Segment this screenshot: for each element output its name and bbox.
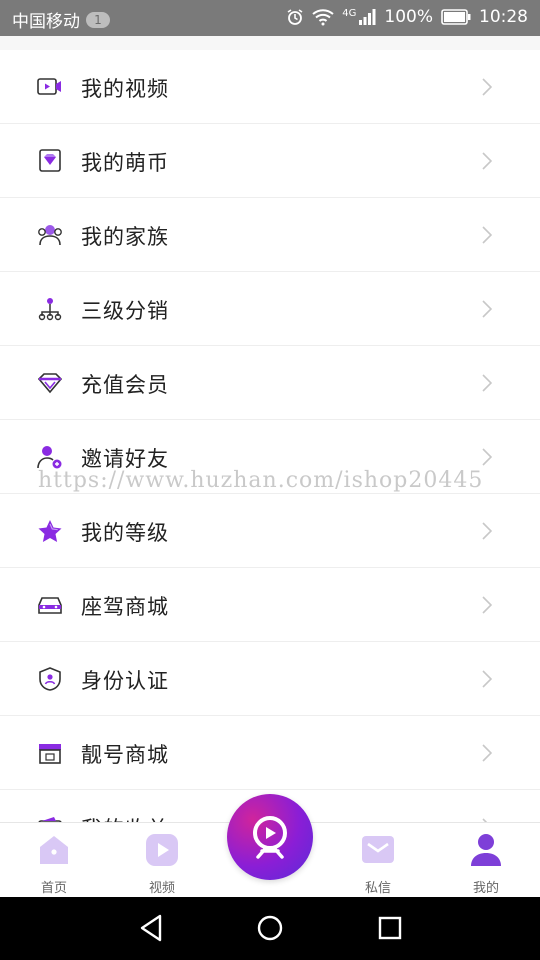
clock: 10:28 bbox=[479, 7, 528, 27]
menu-item-car-mall[interactable]: 座驾商城 bbox=[0, 568, 540, 642]
live-camera-icon bbox=[253, 816, 287, 859]
invite-icon bbox=[37, 446, 62, 469]
menu-item-my-level[interactable]: 我的等级 bbox=[0, 494, 540, 568]
signal-icon bbox=[359, 9, 376, 25]
carrier-name: 中国移动 bbox=[12, 12, 80, 32]
status-bar: 中国移动 1 4G 100% 10:28 bbox=[0, 0, 540, 36]
home-icon bbox=[40, 836, 68, 864]
play-icon bbox=[146, 834, 178, 866]
chevron-right-icon bbox=[482, 78, 492, 96]
menu-item-label: 座驾商城 bbox=[81, 595, 169, 619]
back-icon[interactable] bbox=[138, 913, 164, 943]
recents-icon[interactable] bbox=[377, 913, 403, 943]
live-broadcast-button[interactable] bbox=[227, 794, 313, 880]
user-icon bbox=[471, 834, 501, 866]
tab-video-label: 视频 bbox=[148, 881, 175, 896]
chevron-right-icon bbox=[482, 522, 492, 540]
menu-item-label: 靓号商城 bbox=[81, 743, 169, 767]
menu-list: 我的视频 我的萌币 我的家族 三级分销 充值会员 邀请好友 我的等级 座驾商城 … bbox=[0, 50, 540, 822]
menu-item-label: 我的萌币 bbox=[81, 151, 169, 175]
store-icon bbox=[39, 744, 61, 764]
menu-item-label: 我的家族 bbox=[81, 225, 169, 249]
tab-mine-label: 我的 bbox=[472, 881, 499, 896]
network-type: 4G bbox=[342, 7, 357, 19]
shield-icon bbox=[39, 667, 61, 691]
alarm-icon bbox=[287, 9, 303, 25]
video-icon bbox=[37, 78, 61, 95]
battery-icon bbox=[441, 9, 471, 25]
chevron-right-icon bbox=[482, 670, 492, 688]
tab-mine[interactable]: 我的 bbox=[446, 833, 526, 896]
menu-item-distribution[interactable]: 三级分销 bbox=[0, 272, 540, 346]
menu-item-my-coins[interactable]: 我的萌币 bbox=[0, 124, 540, 198]
menu-item-my-videos[interactable]: 我的视频 bbox=[0, 50, 540, 124]
status-right: 4G 100% 10:28 bbox=[286, 7, 528, 27]
chevron-right-icon bbox=[482, 152, 492, 170]
diamond-icon bbox=[37, 373, 63, 394]
menu-item-label: 我的收益 bbox=[81, 813, 169, 822]
menu-item-label: 身份认证 bbox=[81, 669, 169, 693]
content-area: 我的视频 我的萌币 我的家族 三级分销 充值会员 邀请好友 我的等级 座驾商城 … bbox=[0, 36, 540, 822]
menu-item-number-mall[interactable]: 靓号商城 bbox=[0, 716, 540, 790]
battery-percent: 100% bbox=[384, 7, 433, 27]
status-left: 中国移动 1 bbox=[12, 7, 110, 32]
system-nav-bar bbox=[0, 897, 540, 960]
chevron-right-icon bbox=[482, 448, 492, 466]
notification-badge: 1 bbox=[86, 11, 110, 28]
chevron-right-icon bbox=[482, 226, 492, 244]
chevron-right-icon bbox=[482, 744, 492, 762]
gem-icon bbox=[39, 149, 61, 172]
wifi-icon bbox=[312, 9, 334, 26]
menu-item-label: 我的视频 bbox=[81, 77, 169, 101]
home-circle-icon[interactable] bbox=[256, 913, 284, 943]
tab-home[interactable]: 首页 bbox=[14, 833, 94, 896]
star-icon bbox=[38, 520, 62, 542]
chevron-right-icon bbox=[482, 374, 492, 392]
menu-item-recharge-vip[interactable]: 充值会员 bbox=[0, 346, 540, 420]
car-icon bbox=[38, 597, 62, 614]
menu-item-label: 三级分销 bbox=[81, 299, 169, 323]
mail-icon bbox=[362, 836, 394, 863]
menu-item-label: 我的等级 bbox=[81, 521, 169, 545]
family-icon bbox=[38, 225, 62, 246]
distribution-icon bbox=[38, 298, 62, 321]
tab-home-label: 首页 bbox=[40, 881, 67, 896]
menu-item-identity-verify[interactable]: 身份认证 bbox=[0, 642, 540, 716]
tab-messages[interactable]: 私信 bbox=[338, 833, 418, 896]
tab-video[interactable]: 视频 bbox=[122, 833, 202, 896]
chevron-right-icon bbox=[482, 596, 492, 614]
chevron-right-icon bbox=[482, 300, 492, 318]
wallet-icon bbox=[38, 817, 62, 822]
tab-messages-label: 私信 bbox=[364, 881, 391, 896]
watermark: https://www.huzhan.com/ishop20445 bbox=[38, 468, 484, 493]
menu-item-my-family[interactable]: 我的家族 bbox=[0, 198, 540, 272]
menu-item-label: 充值会员 bbox=[81, 373, 169, 397]
